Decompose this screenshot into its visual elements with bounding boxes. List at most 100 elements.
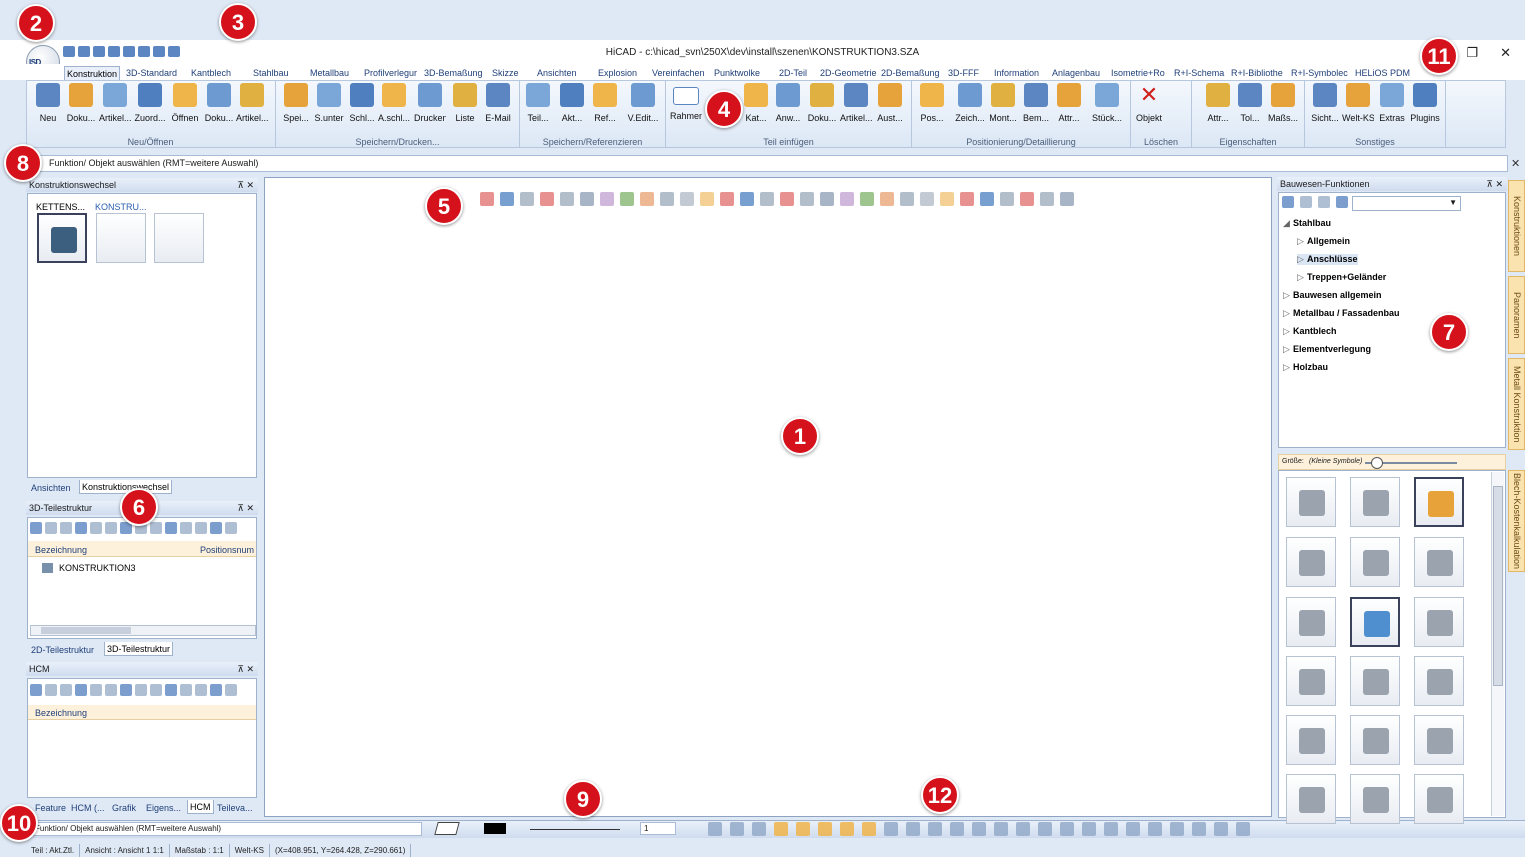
- view-tool-icon[interactable]: [620, 192, 634, 206]
- tab-stahlbau[interactable]: Stahlbau: [253, 66, 289, 80]
- view-tool-icon[interactable]: [740, 192, 754, 206]
- col-bezeichnung[interactable]: Bezeichnung: [35, 543, 87, 557]
- ribbon-button-anw[interactable]: Anw...: [772, 83, 804, 123]
- view-tool-icon[interactable]: [500, 192, 514, 206]
- connection-symbol[interactable]: [1350, 597, 1400, 647]
- ribbon-button-zeich[interactable]: Zeich...: [954, 83, 986, 123]
- tool-icon[interactable]: [1300, 196, 1312, 208]
- view-tool-icon[interactable]: [1060, 192, 1074, 206]
- tab-2d-teil[interactable]: 2D-Teil: [779, 66, 807, 80]
- close-icon[interactable]: ✕: [1511, 157, 1520, 170]
- bottom-tool-icon[interactable]: [928, 822, 942, 836]
- tool-icon[interactable]: [45, 684, 57, 696]
- ribbon-button-mont[interactable]: Mont...: [987, 83, 1019, 123]
- tree-item[interactable]: ▷ Allgemein: [1297, 236, 1350, 247]
- ribbon-button-zuord[interactable]: Zuord...: [134, 83, 166, 123]
- ribbon-button--ffnen[interactable]: Öffnen: [169, 83, 201, 123]
- bottom-tool-icon[interactable]: [862, 822, 876, 836]
- scene-thumbnail-3[interactable]: [154, 213, 204, 263]
- view-tool-icon[interactable]: [920, 192, 934, 206]
- line-width-field[interactable]: 1: [640, 822, 676, 835]
- connection-symbol[interactable]: [1350, 656, 1400, 706]
- scene-thumbnail-2[interactable]: [96, 213, 146, 263]
- tool-icon[interactable]: [195, 522, 207, 534]
- line-type-preview[interactable]: [530, 829, 620, 830]
- bottom-tool-icon[interactable]: [994, 822, 1008, 836]
- tool-icon[interactable]: [30, 522, 42, 534]
- scene-label-1[interactable]: KETTENS...: [36, 200, 85, 214]
- view-tool-icon[interactable]: [580, 192, 594, 206]
- ribbon-button-extras[interactable]: Extras: [1376, 83, 1408, 123]
- ribbon-button-bem[interactable]: Bem...: [1020, 83, 1052, 123]
- side-tab-0[interactable]: Konstruktionen: [1508, 180, 1525, 272]
- tab-3d-bema-ung[interactable]: 3D-Bemaßung: [424, 66, 483, 80]
- tool-icon[interactable]: [60, 684, 72, 696]
- bottom-tool-icon[interactable]: [884, 822, 898, 836]
- tab-hcm-1[interactable]: HCM (...: [71, 801, 105, 815]
- bottom-tool-icon[interactable]: [1148, 822, 1162, 836]
- ribbon-button-doku[interactable]: Doku...: [203, 83, 235, 123]
- connection-symbol[interactable]: [1414, 477, 1464, 527]
- vertical-scrollbar[interactable]: [1491, 472, 1504, 816]
- search-combo[interactable]: ▼: [1352, 196, 1461, 211]
- tree-expand-icon[interactable]: ◢: [1283, 218, 1293, 229]
- pin-close-icon[interactable]: ⊼ ✕: [237, 178, 254, 192]
- tab-hcm-4[interactable]: HCM: [187, 800, 214, 814]
- tree-expand-icon[interactable]: ▷: [1283, 308, 1293, 319]
- ribbon-button-st-ck[interactable]: Stück...: [1091, 83, 1123, 123]
- bottom-tool-icon[interactable]: [1060, 822, 1074, 836]
- color-swatch[interactable]: [484, 823, 506, 834]
- col-positionsnummer[interactable]: Positionsnum: [200, 543, 254, 557]
- view-tool-icon[interactable]: [480, 192, 494, 206]
- pin-close-icon[interactable]: ⊼ ✕: [237, 501, 254, 515]
- ribbon-button-ma-s[interactable]: Maßs...: [1267, 83, 1299, 123]
- ribbon-button-welt-ks[interactable]: Welt-KS: [1342, 83, 1374, 123]
- tab-skizze[interactable]: Skizze: [492, 66, 519, 80]
- view-tool-icon[interactable]: [640, 192, 654, 206]
- bottom-tool-icon[interactable]: [818, 822, 832, 836]
- tool-icon[interactable]: [210, 684, 222, 696]
- connection-symbol[interactable]: [1286, 774, 1336, 824]
- connection-symbol[interactable]: [1286, 656, 1336, 706]
- tool-icon[interactable]: [105, 684, 117, 696]
- view-tool-icon[interactable]: [880, 192, 894, 206]
- tool-icon[interactable]: [1282, 196, 1294, 208]
- ribbon-button-drucken[interactable]: Drucken: [414, 83, 446, 123]
- tree-item[interactable]: ▷ Anschlüsse: [1297, 254, 1358, 265]
- bottom-tool-icon[interactable]: [708, 822, 722, 836]
- size-slider[interactable]: [1365, 457, 1457, 469]
- view-tool-icon[interactable]: [900, 192, 914, 206]
- tab-2d-bema-ung[interactable]: 2D-Bemaßung: [881, 66, 940, 80]
- tree-item[interactable]: ▷ Elementverlegung: [1283, 344, 1371, 355]
- bottom-tool-icon[interactable]: [1104, 822, 1118, 836]
- connection-symbol[interactable]: [1286, 715, 1336, 765]
- connection-symbol[interactable]: [1414, 537, 1464, 587]
- tab-punktwolke[interactable]: Punktwolke: [714, 66, 760, 80]
- view-tool-icon[interactable]: [700, 192, 714, 206]
- ribbon-button-a-schl[interactable]: A.schl...: [378, 83, 410, 123]
- bottom-tool-icon[interactable]: [1038, 822, 1052, 836]
- tree-expand-icon[interactable]: ▷: [1297, 254, 1307, 265]
- ribbon-button-sicht[interactable]: Sicht...: [1309, 83, 1341, 123]
- bottom-tool-icon[interactable]: [774, 822, 788, 836]
- tree-item[interactable]: ▷ Treppen+Geländer: [1297, 272, 1386, 283]
- tool-icon[interactable]: [180, 684, 192, 696]
- view-tool-icon[interactable]: [680, 192, 694, 206]
- view-tool-icon[interactable]: [760, 192, 774, 206]
- bottom-tool-icon[interactable]: [1016, 822, 1030, 836]
- ribbon-button-schl[interactable]: Schl...: [346, 83, 378, 123]
- tool-icon[interactable]: [180, 522, 192, 534]
- ribbon-button-e-mail[interactable]: E-Mail: [482, 83, 514, 123]
- ribbon-button-teil[interactable]: Teil...: [522, 83, 554, 123]
- bottom-tool-icon[interactable]: [1082, 822, 1096, 836]
- connection-symbol[interactable]: [1414, 715, 1464, 765]
- scene-thumbnail-1[interactable]: [37, 213, 87, 263]
- ribbon-button-pos[interactable]: Pos...: [916, 83, 948, 123]
- table-row[interactable]: KONSTRUKTION3: [59, 561, 136, 575]
- view-tool-icon[interactable]: [940, 192, 954, 206]
- horizontal-scrollbar[interactable]: [30, 625, 256, 636]
- tab-hcm-0[interactable]: Feature: [35, 801, 66, 815]
- restore-icon[interactable]: ❐: [1466, 45, 1478, 61]
- tree-expand-icon[interactable]: ▷: [1283, 344, 1293, 355]
- view-tool-icon[interactable]: [800, 192, 814, 206]
